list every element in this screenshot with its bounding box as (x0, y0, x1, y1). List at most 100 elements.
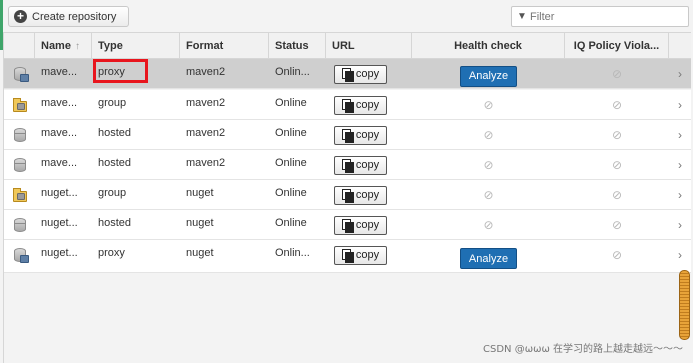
row-format: nuget (186, 247, 214, 259)
not-available-icon: ⊘ (611, 67, 623, 81)
row-name: nuget... (41, 217, 78, 229)
row-name: mave... (41, 97, 78, 109)
table-row[interactable]: mave... group maven2 Online copy ⊘ ⊘ › (4, 90, 691, 120)
group-repo-icon (12, 187, 27, 202)
row-format: maven2 (186, 157, 226, 169)
chevron-right-icon[interactable]: › (678, 218, 682, 232)
copy-icon (341, 219, 354, 233)
column-header-url[interactable]: URL (326, 33, 412, 59)
copy-url-button[interactable]: copy (334, 185, 387, 205)
chevron-right-icon[interactable]: › (678, 98, 682, 112)
column-status-label: Status (275, 40, 309, 52)
not-available-icon: ⊘ (611, 158, 623, 172)
column-header-format[interactable]: Format (180, 33, 269, 59)
row-type: group (98, 97, 127, 109)
copy-icon (341, 129, 354, 143)
copy-icon (341, 189, 354, 203)
table-row[interactable]: mave... hosted maven2 Online copy ⊘ ⊘ › (4, 120, 691, 150)
row-format: maven2 (186, 97, 226, 109)
chevron-right-icon[interactable]: › (678, 67, 682, 81)
row-type: hosted (98, 217, 132, 229)
analyze-button[interactable]: Analyze (460, 65, 517, 87)
row-name: nuget... (41, 187, 78, 199)
filter-icon: ▼ (517, 11, 527, 22)
filter-input[interactable] (530, 10, 680, 23)
group-repo-icon (12, 97, 27, 112)
hosted-repo-icon (13, 218, 26, 232)
row-format: nuget (186, 187, 214, 199)
not-available-icon: ⊘ (483, 128, 494, 142)
row-name: mave... (41, 127, 78, 139)
column-name-label: Name (41, 40, 71, 52)
scrollbar-thumb[interactable] (679, 270, 690, 340)
filter-box[interactable]: ▼ (511, 6, 689, 27)
row-status: Online (275, 157, 307, 169)
row-status: Online (275, 97, 307, 109)
row-status: Online (275, 187, 307, 199)
not-available-icon: ⊘ (483, 188, 494, 202)
copy-url-button[interactable]: copy (334, 64, 387, 84)
row-status: Onlin... (275, 247, 310, 259)
hosted-repo-icon (13, 158, 26, 172)
not-available-icon: ⊘ (483, 98, 494, 112)
table-row[interactable]: nuget... proxy nuget Onlin... copy Analy… (4, 240, 691, 273)
table-row[interactable]: mave... hosted maven2 Online copy ⊘ ⊘ › (4, 150, 691, 180)
row-name: nuget... (41, 247, 78, 259)
chevron-right-icon[interactable]: › (678, 128, 682, 142)
create-repository-button[interactable]: + Create repository (8, 6, 129, 27)
repository-table: Name ↑ Type Format Status URL Health che… (3, 32, 691, 363)
header-icon-col (4, 33, 35, 59)
copy-url-button[interactable]: copy (334, 95, 387, 115)
column-header-iq[interactable]: IQ Policy Viola... (565, 33, 669, 59)
chevron-right-icon[interactable]: › (678, 158, 682, 172)
table-row[interactable]: nuget... hosted nuget Online copy ⊘ ⊘ › (4, 210, 691, 240)
copy-url-button[interactable]: copy (334, 215, 387, 235)
table-row[interactable]: nuget... group nuget Online copy ⊘ ⊘ › (4, 180, 691, 210)
analyze-button[interactable]: Analyze (460, 248, 517, 269)
column-header-status[interactable]: Status (269, 33, 326, 59)
column-header-type[interactable]: Type (92, 33, 180, 59)
row-format: nuget (186, 217, 214, 229)
column-url-label: URL (332, 40, 355, 52)
not-available-icon: ⊘ (611, 248, 623, 262)
copy-icon (341, 68, 354, 82)
row-format: maven2 (186, 66, 226, 78)
row-name: mave... (41, 157, 78, 169)
plus-icon: + (14, 10, 27, 23)
copy-icon (341, 99, 354, 113)
row-status: Online (275, 217, 307, 229)
copy-url-button[interactable]: copy (334, 245, 387, 265)
chevron-right-icon[interactable]: › (678, 188, 682, 202)
column-iq-label: IQ Policy Viola... (573, 40, 660, 52)
row-type: hosted (98, 127, 132, 139)
row-status: Online (275, 127, 307, 139)
row-type: hosted (98, 157, 132, 169)
not-available-icon: ⊘ (483, 218, 494, 232)
row-type: proxy (98, 247, 125, 259)
column-header-health[interactable]: Health check (412, 33, 565, 59)
header-chevron-col (669, 33, 691, 59)
highlight-annotation (93, 59, 148, 83)
create-repository-label: Create repository (32, 10, 117, 23)
not-available-icon: ⊘ (611, 218, 623, 232)
table-header: Name ↑ Type Format Status URL Health che… (4, 32, 691, 59)
row-format: maven2 (186, 127, 226, 139)
row-status: Onlin... (275, 66, 310, 78)
copy-icon (341, 159, 354, 173)
copy-url-button[interactable]: copy (334, 125, 387, 145)
not-available-icon: ⊘ (483, 158, 494, 172)
repositories-panel: + Create repository ▼ Name ↑ Type Format… (0, 0, 693, 363)
not-available-icon: ⊘ (611, 188, 623, 202)
column-format-label: Format (186, 40, 224, 52)
watermark: CSDN @ωωω 在学习的路上越走越远～～～ (483, 344, 683, 355)
not-available-icon: ⊘ (611, 128, 623, 142)
toolbar: + Create repository ▼ (3, 0, 690, 32)
hosted-repo-icon (13, 128, 26, 142)
copy-url-button[interactable]: copy (334, 155, 387, 175)
copy-icon (341, 249, 354, 263)
column-header-name[interactable]: Name ↑ (35, 33, 92, 59)
proxy-repo-icon (13, 67, 29, 82)
row-name: mave... (41, 66, 78, 78)
column-type-label: Type (98, 40, 123, 52)
chevron-right-icon[interactable]: › (678, 248, 682, 262)
